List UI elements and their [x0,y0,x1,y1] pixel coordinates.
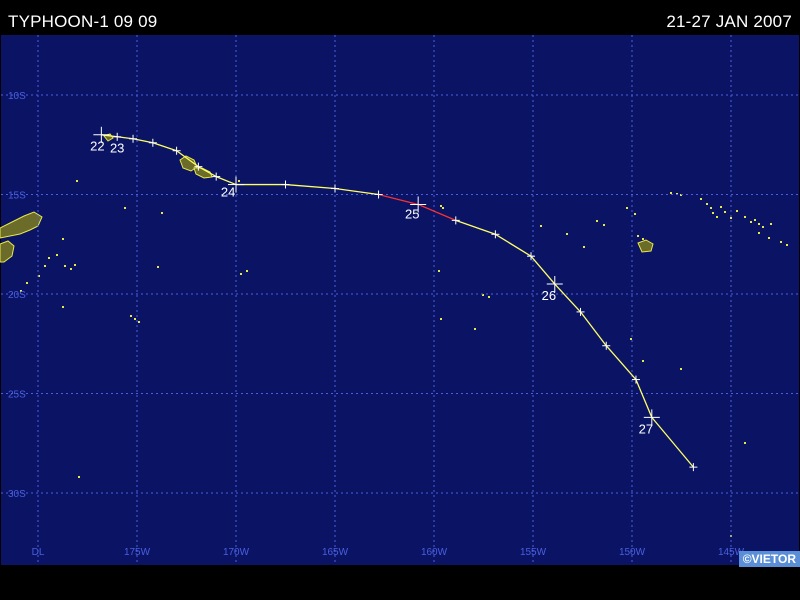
islet [780,241,782,243]
islet [62,306,64,308]
lat-tick-label: 30S [8,489,26,500]
islet [744,216,746,218]
islet [630,338,632,340]
islet [720,206,722,208]
day-label: 22 [90,139,104,154]
islet [238,180,240,182]
day-label: 23 [110,141,124,156]
lon-tick-label: 155W [520,547,547,558]
islet [440,205,442,207]
islet [566,233,568,235]
islet [56,254,58,256]
lat-tick-label: 10S [8,91,26,102]
islet [442,207,444,209]
islet [680,368,682,370]
islet [246,270,248,272]
islet [583,246,585,248]
islet [138,321,140,323]
lon-tick-label: 165W [322,547,349,558]
islet [770,223,772,225]
islet [724,211,726,213]
lon-tick-label: 170W [223,547,250,558]
islet [240,273,242,275]
islet [754,219,756,221]
islet [78,476,80,478]
islet [438,270,440,272]
islet [768,237,770,239]
islet [157,266,159,268]
lon-tick-label: 160W [421,547,448,558]
islet [603,224,605,226]
lon-tick-label: 175W [124,547,151,558]
islet [642,360,644,362]
islet [744,442,746,444]
islet [710,207,712,209]
islet [642,238,644,240]
islet [712,212,714,214]
islet [134,318,136,320]
lon-tick-label: DL [32,547,45,558]
ocean-background [1,35,799,565]
islet [700,198,702,200]
islet [124,207,126,209]
islet [64,265,66,267]
credit-badge: ©VIETOR [738,551,800,567]
islet [762,226,764,228]
day-label: 24 [221,185,235,200]
islet [596,220,598,222]
islet [62,238,64,240]
lon-tick-label: 150W [619,547,646,558]
islet [70,268,72,270]
islet [130,315,132,317]
islet [706,203,708,205]
day-label: 27 [639,421,653,436]
lat-tick-label: 20S [8,290,26,301]
islet [626,207,628,209]
lat-tick-label: 25S [8,390,26,401]
islet [48,257,50,259]
lat-tick-label: 15S [8,191,26,202]
islet [161,212,163,214]
islet [540,225,542,227]
track-map: DL 175W 170W 165W 160W 155W 150W 145W10S15S20S2… [0,35,799,565]
date-range: 21-27 JAN 2007 [666,12,792,31]
islet [786,244,788,246]
islet [758,223,760,225]
map-title: TYPHOON-1 09 09 [8,12,158,31]
map-stage: DL 175W 170W 165W 160W 155W 150W 145W 10S 15S 20S 2… [0,0,800,600]
islet [74,264,76,266]
islet [440,318,442,320]
islet [670,192,672,194]
islet [637,235,639,237]
islet [26,282,28,284]
islet [716,216,718,218]
islet [736,210,738,212]
islet [730,217,732,219]
day-label: 26 [542,288,556,303]
islet [44,265,46,267]
islet [76,180,78,182]
islet [758,232,760,234]
islet [750,221,752,223]
islet [474,328,476,330]
islet [488,296,490,298]
islet [634,213,636,215]
day-label: 25 [405,206,419,221]
